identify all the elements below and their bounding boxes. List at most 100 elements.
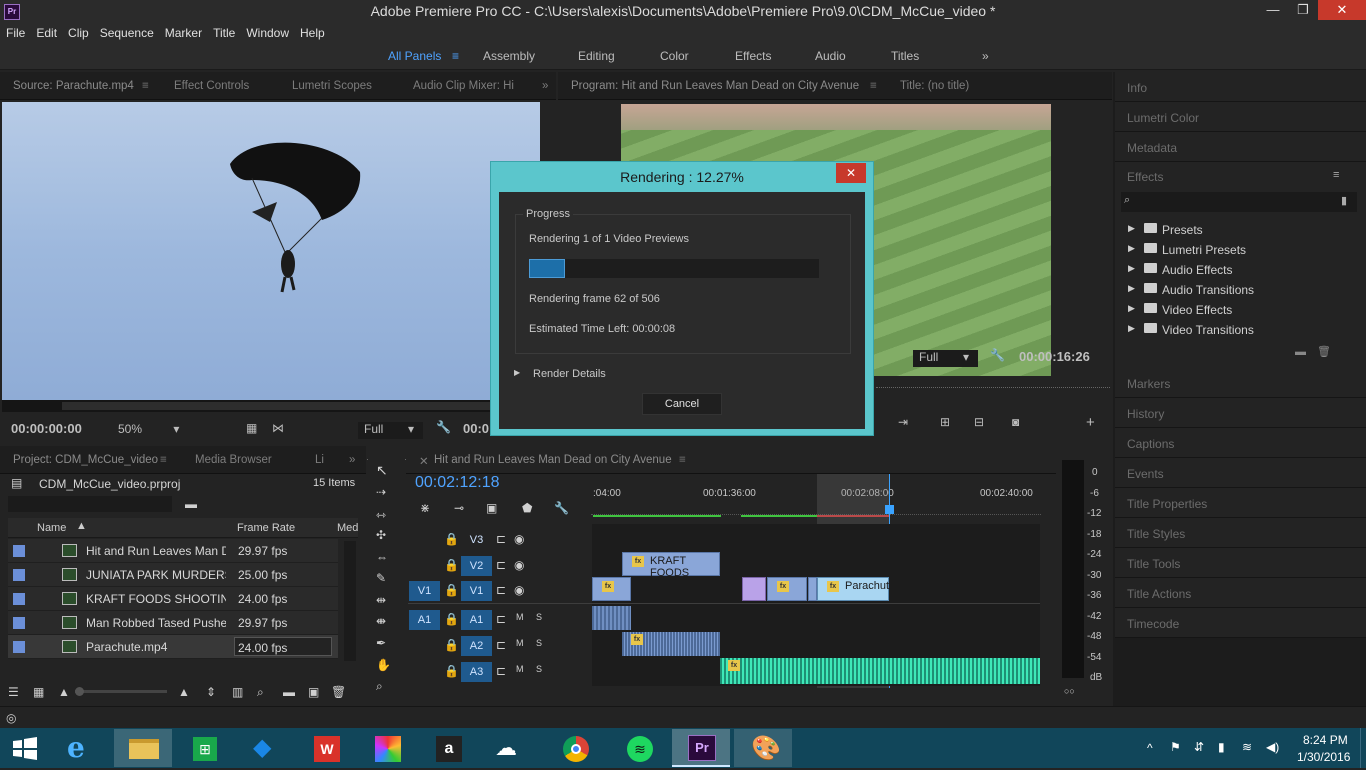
- label-color-swatch[interactable]: [13, 641, 25, 653]
- zoom-out-icon[interactable]: ▲: [58, 685, 70, 699]
- column-media[interactable]: Med: [337, 522, 358, 534]
- workspace-more-icon[interactable]: »: [982, 49, 989, 63]
- lock-icon[interactable]: 🔒: [444, 612, 459, 626]
- close-window-icon[interactable]: ✕: [1318, 0, 1366, 20]
- panel-metadata[interactable]: Metadata: [1115, 132, 1366, 162]
- zoom-tool-icon[interactable]: ⌕: [376, 679, 383, 694]
- show-desktop-button[interactable]: [1360, 728, 1366, 768]
- clip-v1[interactable]: fx: [767, 577, 807, 601]
- panel-lumetri-color[interactable]: Lumetri Color: [1115, 102, 1366, 132]
- dialog-close-icon[interactable]: ✕: [836, 163, 866, 183]
- trash-icon[interactable]: ▮: [1341, 194, 1347, 207]
- hamburger-icon[interactable]: ≡: [452, 49, 459, 63]
- chrome-icon[interactable]: [546, 729, 604, 767]
- add-button-icon[interactable]: +: [1086, 414, 1095, 431]
- effects-folder-presets[interactable]: ▶ Presets: [1122, 221, 1344, 241]
- clip-v1[interactable]: fx: [592, 577, 631, 601]
- tab-menu-icon[interactable]: ≡: [679, 454, 686, 466]
- project-row-selected[interactable]: Parachute.mp4 24.00 fps: [8, 635, 338, 659]
- workspace-editing[interactable]: Editing: [578, 49, 615, 63]
- premiere-taskbar-button[interactable]: Pr: [672, 729, 730, 767]
- clock-time[interactable]: 8:24 PM: [1303, 733, 1348, 747]
- track-select-tool-icon[interactable]: ⇢: [376, 485, 386, 499]
- source-timecode[interactable]: 00:00:00:00: [11, 421, 82, 436]
- expand-arrow-icon[interactable]: ▶: [1128, 283, 1135, 294]
- sync-lock-icon[interactable]: ⊏: [496, 558, 506, 572]
- solo-button[interactable]: S: [536, 664, 542, 674]
- workspace-assembly[interactable]: Assembly: [483, 49, 535, 63]
- tab-media-browser[interactable]: Media Browser: [195, 454, 272, 466]
- track-label[interactable]: V3: [461, 530, 492, 550]
- start-button[interactable]: [0, 729, 50, 767]
- selection-tool-icon[interactable]: ↖: [376, 462, 388, 479]
- effects-folder-video-transitions[interactable]: ▶ Video Transitions: [1122, 321, 1344, 341]
- menu-edit[interactable]: Edit: [30, 23, 62, 40]
- effects-folder-audio-effects[interactable]: ▶ Audio Effects: [1122, 261, 1344, 281]
- rate-stretch-tool-icon[interactable]: ⇔: [376, 550, 388, 564]
- tab-sequence[interactable]: Hit and Run Leaves Man Dead on City Aven…: [434, 454, 672, 466]
- razor-tool-icon[interactable]: ✎: [376, 571, 386, 585]
- minimize-icon[interactable]: —: [1258, 0, 1288, 20]
- clock-date[interactable]: 1/30/2016: [1297, 750, 1350, 764]
- tab-audio-clip-mixer[interactable]: Audio Clip Mixer: Hi: [413, 80, 517, 92]
- volume-icon[interactable]: ◀): [1266, 740, 1279, 754]
- solo-button[interactable]: S: [536, 638, 542, 648]
- internet-explorer-icon[interactable]: e: [53, 729, 111, 767]
- store-icon[interactable]: ⊞: [175, 729, 233, 767]
- track-label[interactable]: V1: [461, 581, 492, 601]
- menu-help[interactable]: Help: [294, 23, 330, 40]
- sync-lock-icon[interactable]: ⊏: [496, 612, 506, 626]
- lock-icon[interactable]: 🔒: [444, 532, 459, 546]
- track-label[interactable]: A3: [461, 662, 492, 682]
- menu-sequence[interactable]: Sequence: [94, 23, 159, 40]
- workspace-audio[interactable]: Audio: [815, 49, 846, 63]
- zoom-in-icon[interactable]: ▲: [178, 685, 190, 699]
- audio-clip-a3[interactable]: fx: [720, 658, 1040, 684]
- effects-folder-audio-transitions[interactable]: ▶ Audio Transitions: [1122, 281, 1344, 301]
- label-color-swatch[interactable]: [13, 593, 25, 605]
- export-frame-icon[interactable]: ▦: [246, 421, 257, 435]
- wps-icon[interactable]: W: [297, 729, 355, 767]
- spotify-icon[interactable]: ≋: [610, 729, 668, 767]
- dropbox-icon[interactable]: ◆: [236, 729, 294, 767]
- tab-libraries[interactable]: Li: [315, 454, 324, 466]
- sort-ascending-icon[interactable]: ▲: [76, 520, 87, 532]
- effects-panel-title[interactable]: Effects: [1127, 170, 1163, 184]
- tab-lumetri-scopes[interactable]: Lumetri Scopes: [292, 80, 372, 92]
- timeline-ruler[interactable]: :04:00 00:01:36:00 00:02:08:00 00:02:40:…: [591, 478, 1041, 518]
- panel-title-tools[interactable]: Title Tools: [1115, 548, 1366, 578]
- effects-search-input[interactable]: ⌕: [1121, 192, 1357, 212]
- colorful-app-icon[interactable]: [358, 729, 416, 767]
- workspace-all-panels[interactable]: All Panels: [388, 49, 441, 63]
- go-to-out-icon[interactable]: ⇥: [898, 415, 908, 429]
- pen-tool-icon[interactable]: ✒: [376, 636, 386, 650]
- expand-arrow-icon[interactable]: ▶: [1128, 303, 1135, 314]
- wrench-icon[interactable]: 🔧: [436, 420, 451, 434]
- project-scrollbar[interactable]: [344, 541, 356, 661]
- lock-icon[interactable]: 🔒: [444, 558, 459, 572]
- sync-icon[interactable]: ⇵: [1194, 740, 1204, 754]
- panel-history[interactable]: History: [1115, 398, 1366, 428]
- timeline-timecode[interactable]: 00:02:12:18: [415, 474, 500, 492]
- tab-menu-icon[interactable]: ≡: [160, 454, 167, 466]
- sync-lock-icon[interactable]: ⊏: [496, 638, 506, 652]
- panel-timecode[interactable]: Timecode: [1115, 608, 1366, 638]
- lock-icon[interactable]: 🔒: [444, 583, 459, 597]
- clip-v1[interactable]: [808, 577, 817, 601]
- new-item-icon[interactable]: ▣: [308, 685, 319, 699]
- new-search-bin-icon[interactable]: ▬: [185, 497, 197, 511]
- snap-icon[interactable]: ⋇: [420, 501, 430, 515]
- program-quality-select[interactable]: Full ▾: [913, 350, 978, 367]
- mute-button[interactable]: M: [516, 638, 524, 648]
- extract-icon[interactable]: ⊟: [974, 415, 984, 429]
- label-color-swatch[interactable]: [13, 569, 25, 581]
- solo-buttons-icon[interactable]: ○○: [1064, 686, 1075, 696]
- lock-icon[interactable]: 🔒: [444, 638, 459, 652]
- menu-marker[interactable]: Marker: [159, 23, 207, 40]
- playhead-handle[interactable]: [885, 505, 894, 514]
- panel-events[interactable]: Events: [1115, 458, 1366, 488]
- audio-clip-a2[interactable]: fx: [622, 632, 720, 656]
- icon-view-icon[interactable]: ▦: [33, 685, 44, 699]
- column-frame-rate[interactable]: Frame Rate: [237, 522, 295, 534]
- panel-captions[interactable]: Captions: [1115, 428, 1366, 458]
